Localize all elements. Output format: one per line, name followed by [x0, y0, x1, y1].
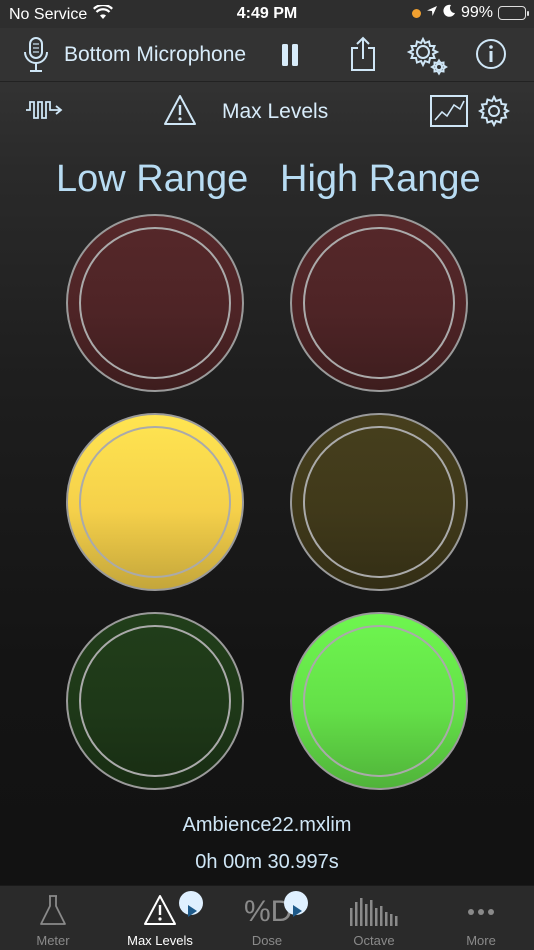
tab-more[interactable]: More [428, 886, 534, 950]
section-title: Max Levels [222, 100, 329, 123]
tab-octave[interactable]: Octave [321, 886, 427, 950]
low-range-label: Low Range [56, 158, 249, 200]
high-yellow-light [290, 413, 468, 591]
play-icon[interactable] [284, 891, 308, 917]
status-bar: No Service 4:49 PM 99% [0, 0, 534, 28]
elapsed-time: 0h 00m 30.997s [195, 851, 339, 873]
flask-icon [40, 895, 66, 925]
tab-label: Max Levels [127, 933, 193, 948]
octave-bars-icon [350, 898, 398, 926]
warning-icon [144, 895, 176, 925]
tab-label: Meter [36, 933, 70, 948]
gear-icon[interactable] [477, 94, 511, 132]
share-icon[interactable] [348, 36, 378, 77]
settings-gear-icon[interactable] [406, 36, 448, 81]
tab-bar: Meter Max Levels %D Dose Octave More [0, 885, 534, 950]
info-icon[interactable] [475, 38, 507, 75]
warning-icon [163, 94, 197, 131]
recording-indicator-icon [411, 8, 421, 18]
mode-bar: Max Levels [0, 82, 534, 140]
battery-icon [498, 6, 529, 20]
file-name: Ambience22.mxlim [182, 814, 352, 836]
high-red-light [290, 214, 468, 392]
microphone-icon[interactable] [22, 36, 50, 79]
battery-percent: 99% [460, 4, 493, 21]
chart-icon[interactable] [430, 95, 468, 132]
more-dots-icon [468, 909, 494, 915]
low-yellow-light [66, 413, 244, 591]
waveform-icon[interactable] [24, 98, 64, 127]
moon-icon [443, 4, 456, 22]
pause-icon[interactable] [281, 43, 299, 72]
high-range-label: High Range [280, 158, 481, 200]
tab-dose[interactable]: %D Dose [214, 886, 320, 950]
tab-label: Octave [353, 933, 395, 948]
top-toolbar: Bottom Microphone [0, 28, 534, 82]
tab-label: Dose [251, 933, 283, 948]
high-green-light [290, 612, 468, 790]
location-icon [426, 4, 438, 22]
low-green-light [66, 612, 244, 790]
tab-label: More [466, 933, 496, 948]
play-icon[interactable] [179, 891, 203, 917]
microphone-label[interactable]: Bottom Microphone [64, 43, 246, 67]
tab-max-levels[interactable]: Max Levels [107, 886, 213, 950]
tab-meter[interactable]: Meter [0, 886, 106, 950]
low-red-light [66, 214, 244, 392]
status-right: 99% [411, 4, 529, 22]
